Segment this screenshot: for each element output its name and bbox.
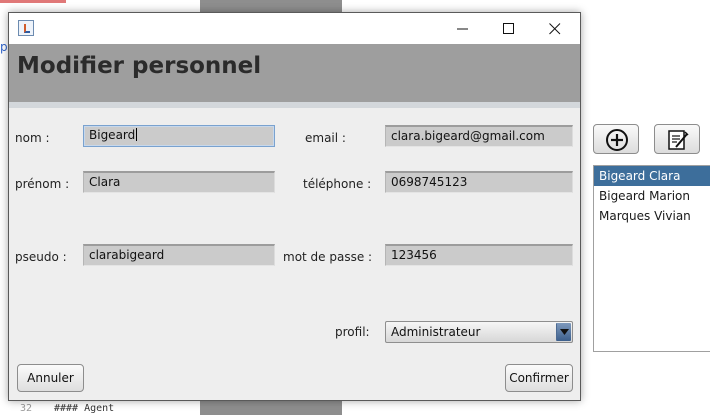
list-item[interactable]: Bigeard Clara — [594, 166, 710, 186]
close-button[interactable] — [532, 13, 578, 44]
confirm-button[interactable]: Confirmer — [505, 364, 573, 392]
edit-user-button[interactable] — [654, 124, 700, 154]
plus-circle-icon — [606, 129, 628, 151]
chevron-down-icon — [560, 329, 569, 335]
edit-note-icon — [668, 130, 689, 150]
maximize-icon — [503, 23, 514, 34]
background-code-line: 32 #### Agent — [0, 401, 200, 415]
java-app-icon — [18, 20, 34, 36]
background-left-edge-text: p — [0, 40, 8, 54]
pseudo-label: pseudo : — [15, 250, 67, 264]
code-line-number: 32 — [20, 403, 33, 414]
edit-staff-dialog: Modifier personnel nom : Bigeard email :… — [8, 12, 581, 401]
profil-select[interactable]: Administrateur — [385, 321, 573, 343]
pseudo-input[interactable]: clarabigeard — [83, 244, 275, 266]
header-divider — [9, 102, 580, 108]
cancel-button[interactable]: Annuler — [17, 364, 84, 392]
dropdown-arrow-button[interactable] — [556, 323, 571, 341]
minimize-button[interactable] — [440, 13, 486, 44]
list-item[interactable]: Bigeard Marion — [594, 186, 710, 206]
profil-selected-value: Administrateur — [391, 325, 481, 339]
background-accent-line — [0, 0, 66, 3]
nom-input[interactable]: Bigeard — [83, 125, 275, 147]
add-user-button[interactable] — [593, 124, 639, 154]
title-bar[interactable] — [9, 13, 580, 44]
minimize-icon — [457, 28, 468, 30]
email-input[interactable]: clara.bigeard@gmail.com — [385, 125, 573, 147]
telephone-input[interactable]: 0698745123 — [385, 171, 573, 193]
password-input[interactable]: 123456 — [385, 244, 573, 266]
telephone-label: téléphone : — [303, 177, 372, 191]
prenom-input[interactable]: Clara — [83, 171, 275, 193]
list-item[interactable]: Marques Vivian — [594, 206, 710, 226]
email-label: email : — [305, 131, 346, 145]
profil-label: profil: — [335, 325, 370, 339]
password-label: mot de passe : — [283, 250, 373, 264]
close-icon — [549, 23, 561, 35]
text-caret — [136, 128, 138, 141]
dialog-header: Modifier personnel — [9, 44, 580, 102]
prenom-label: prénom : — [15, 177, 70, 191]
maximize-button[interactable] — [486, 13, 532, 44]
page-title: Modifier personnel — [17, 53, 262, 79]
nom-value: Bigeard — [89, 128, 136, 142]
nom-label: nom : — [15, 131, 50, 145]
code-line-text: #### Agent — [54, 403, 115, 414]
user-list[interactable]: Bigeard Clara Bigeard Marion Marques Viv… — [593, 165, 710, 352]
